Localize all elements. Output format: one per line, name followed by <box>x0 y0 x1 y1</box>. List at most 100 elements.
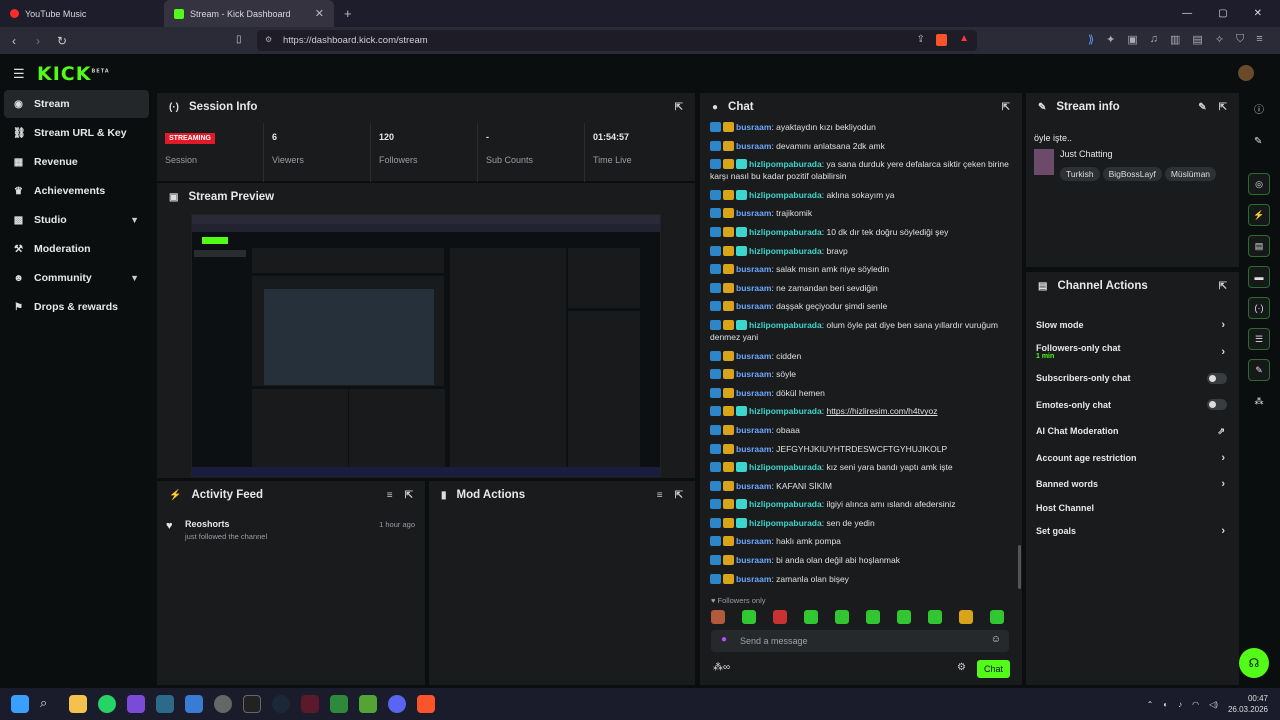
tag-chip[interactable]: Müslüman <box>1164 167 1217 181</box>
pencil-icon[interactable]: ✎ <box>1254 136 1262 147</box>
minecraft-icon[interactable] <box>359 695 377 713</box>
reader-icon[interactable]: ▣ <box>1127 33 1137 46</box>
popout-icon[interactable]: ⇱ <box>405 490 413 501</box>
discord-icon[interactable] <box>388 695 406 713</box>
chevron-up-icon[interactable]: ⌃ <box>1147 700 1154 709</box>
emoji-icon[interactable]: ☺ <box>991 634 1001 645</box>
site-info-icon[interactable]: ⚙ <box>265 35 272 44</box>
brave-shield-icon[interactable] <box>936 34 947 46</box>
sidebar-item-drops-rewards[interactable]: ⚑ Drops & rewards <box>4 293 149 321</box>
popout-icon[interactable]: ⇱ <box>1219 102 1227 113</box>
tag-chip[interactable]: Turkish <box>1060 167 1100 181</box>
chat-message-input[interactable]: ● Send a message ☺ <box>711 630 1009 652</box>
wrench-icon[interactable]: ✎ <box>1248 359 1270 381</box>
chat-scrollbar[interactable] <box>1018 545 1021 589</box>
chat-username[interactable]: busraam <box>736 536 771 546</box>
chat-username[interactable]: hizlipompaburada <box>749 190 822 200</box>
ai-moderation-row[interactable]: AI Chat Moderation ⇗ <box>1026 418 1239 445</box>
filter-icon[interactable]: ≡ <box>387 490 393 501</box>
reload-icon[interactable]: ↻ <box>52 34 72 48</box>
chat-username[interactable]: busraam <box>736 388 771 398</box>
chat-username[interactable]: busraam <box>736 574 771 584</box>
brave-icon[interactable] <box>417 695 435 713</box>
emote-icon[interactable] <box>990 610 1004 624</box>
chat-username[interactable]: busraam <box>736 122 771 132</box>
wallet-icon[interactable]: ▤ <box>1192 33 1202 46</box>
leo-ai-icon[interactable]: ✧ <box>1215 33 1224 46</box>
info-icon[interactable]: ⓘ <box>1254 101 1264 116</box>
chat-username[interactable]: busraam <box>736 369 771 379</box>
support-headset-icon[interactable]: ☊ <box>1239 648 1269 678</box>
share-icon[interactable]: ⇪ <box>917 34 925 45</box>
chevron-down-icon[interactable]: ▼ <box>130 215 139 225</box>
sidebar-item-studio[interactable]: ▩ Studio ▼ <box>4 206 149 234</box>
stream-preview-video[interactable] <box>191 214 661 477</box>
set-goals-row[interactable]: Set goals › <box>1026 518 1239 545</box>
popout-icon[interactable]: ⇱ <box>1002 102 1010 113</box>
popout-icon[interactable]: ⇱ <box>1219 281 1227 292</box>
chat-bubble-icon[interactable]: ▬ <box>1248 266 1270 288</box>
url-field[interactable]: ⚙ https://dashboard.kick.com/stream ⇪ ▲ <box>257 30 977 51</box>
back-icon[interactable]: ‹ <box>4 34 24 48</box>
volume-icon[interactable]: ◁) <box>1209 700 1218 709</box>
chat-username[interactable]: busraam <box>736 444 771 454</box>
chat-username[interactable]: busraam <box>736 425 771 435</box>
sidebar-item-moderation[interactable]: ⚒ Moderation <box>4 235 149 263</box>
hamburger-menu-icon[interactable]: ☰ <box>13 66 25 82</box>
translate-icon[interactable]: ⟫ <box>1088 33 1094 46</box>
subscribers-only-toggle[interactable] <box>1207 372 1227 384</box>
wifi-icon[interactable]: ◠ <box>1192 700 1199 709</box>
app-icon[interactable] <box>330 695 348 713</box>
emote-icon[interactable] <box>897 610 911 624</box>
emote-icon[interactable] <box>773 610 787 624</box>
emote-icon[interactable] <box>959 610 973 624</box>
close-tab-icon[interactable]: ✕ <box>315 7 324 20</box>
sidebar-item-achievements[interactable]: ♛ Achievements <box>4 177 149 205</box>
kick-logo[interactable]: KICKBETA <box>37 63 110 85</box>
emote-icon[interactable] <box>742 610 756 624</box>
puzzle-icon[interactable]: ✦ <box>1106 33 1115 46</box>
emote-icon[interactable] <box>866 610 880 624</box>
banned-words-row[interactable]: Banned words › <box>1026 471 1239 498</box>
forward-icon[interactable]: › <box>28 34 48 48</box>
brave-rewards-icon[interactable]: ▲ <box>959 33 969 44</box>
popout-icon[interactable]: ⇱ <box>675 490 683 501</box>
search-icon[interactable]: ⌕ <box>40 695 58 713</box>
chat-username[interactable]: busraam <box>736 264 771 274</box>
file-explorer-icon[interactable] <box>69 695 87 713</box>
steam-icon[interactable] <box>272 695 290 713</box>
chat-username[interactable]: hizlipompaburada <box>749 246 822 256</box>
camera-icon[interactable]: ◎ <box>1248 173 1270 195</box>
chat-username[interactable]: busraam <box>736 208 771 218</box>
sidebar-item-stream[interactable]: ◉ Stream <box>4 90 149 118</box>
chat-username[interactable]: busraam <box>736 351 771 361</box>
chat-link[interactable]: https://hizliresim.com/h4tvyoz <box>826 406 937 416</box>
visual-studio-icon[interactable] <box>127 695 145 713</box>
close-window-icon[interactable]: ✕ <box>1254 8 1262 19</box>
chevron-down-icon[interactable]: ▼ <box>130 273 139 283</box>
document-icon[interactable]: ▤ <box>1248 235 1270 257</box>
popout-icon[interactable]: ⇱ <box>675 102 683 113</box>
maximize-icon[interactable]: ▢ <box>1218 8 1227 19</box>
bookmark-icon[interactable]: ▯ <box>236 34 242 45</box>
user-avatar[interactable] <box>1238 65 1254 81</box>
chat-username[interactable]: hizlipompaburada <box>749 518 822 528</box>
account-age-row[interactable]: Account age restriction › <box>1026 445 1239 472</box>
send-chat-button[interactable]: Chat <box>977 660 1010 678</box>
chat-username[interactable]: busraam <box>736 283 771 293</box>
start-icon[interactable] <box>11 695 29 713</box>
vpn-icon[interactable]: ⛉ <box>1236 33 1244 46</box>
microphone-icon[interactable]: ● <box>721 634 727 645</box>
chat-username[interactable]: busraam <box>736 481 771 491</box>
emote-icon[interactable] <box>928 610 942 624</box>
broadcast-icon[interactable]: (·) <box>1248 297 1270 319</box>
chat-username[interactable]: hizlipompaburada <box>749 406 822 416</box>
list-icon[interactable]: ☰ <box>1248 328 1270 350</box>
app-icon[interactable] <box>301 695 319 713</box>
new-tab-icon[interactable]: + <box>344 6 352 21</box>
whatsapp-icon[interactable] <box>98 695 116 713</box>
chat-username[interactable]: busraam <box>736 555 771 565</box>
edit-icon[interactable]: ✎ <box>1198 102 1206 113</box>
category-name[interactable]: Just Chatting <box>1060 149 1113 159</box>
epic-games-icon[interactable] <box>243 695 261 713</box>
